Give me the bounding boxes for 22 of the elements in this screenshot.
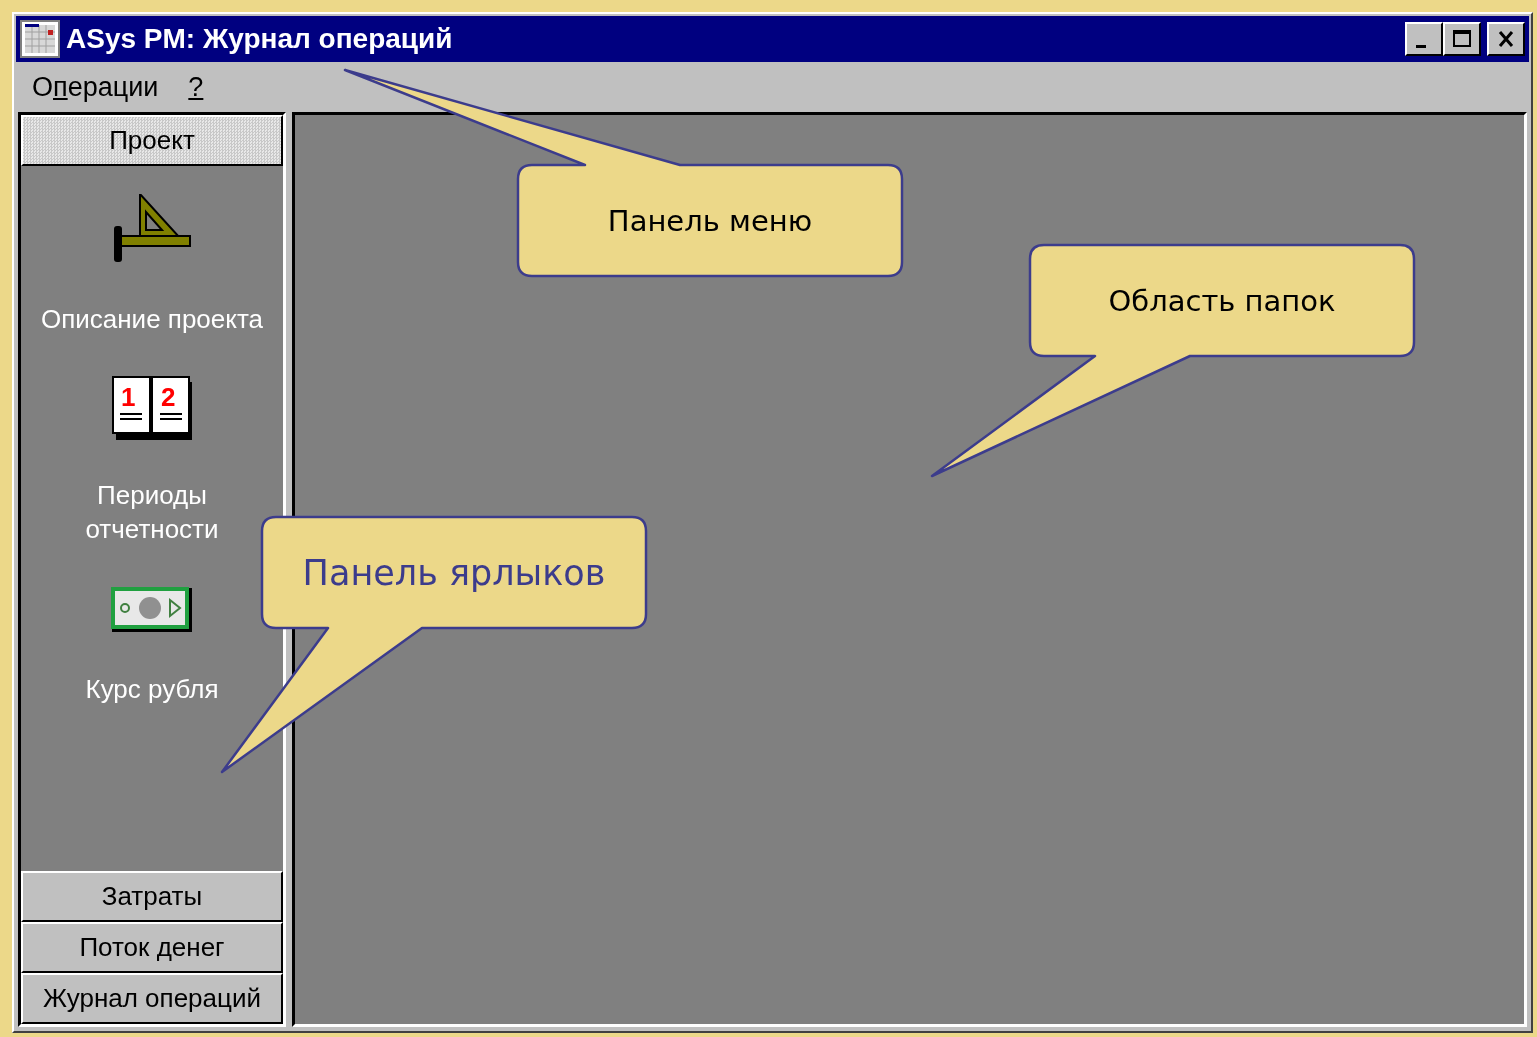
callout-text: Панель меню [606, 202, 814, 240]
callout-text: Панель ярлыков [301, 551, 607, 595]
group-button[interactable]: Затраты [21, 871, 283, 922]
maximize-button[interactable] [1443, 22, 1481, 56]
window-title: ASys PM: Журнал операций [66, 23, 453, 55]
close-button[interactable] [1487, 22, 1525, 56]
shortcut-label[interactable]: Периоды отчетности [47, 478, 257, 546]
shortcut-label[interactable]: Курс рубля [47, 672, 257, 706]
banknote-icon[interactable] [110, 586, 194, 634]
shortcut-label[interactable]: Описание проекта [22, 302, 282, 336]
menu-item[interactable]: Операции [32, 71, 159, 103]
callout-text: Область папок [1107, 282, 1337, 320]
maximize-icon [1452, 29, 1472, 49]
set-square-icon[interactable] [112, 194, 192, 264]
minimize-icon [1416, 44, 1426, 48]
calendar-icon [20, 20, 60, 58]
group-button[interactable]: Журнал операций [21, 973, 283, 1024]
close-icon [1496, 29, 1516, 49]
minimize-button[interactable] [1405, 22, 1443, 56]
group-button[interactable]: Поток денег [21, 922, 283, 973]
menu-item[interactable]: ? [188, 71, 204, 103]
group-button[interactable]: Проект [21, 115, 283, 166]
